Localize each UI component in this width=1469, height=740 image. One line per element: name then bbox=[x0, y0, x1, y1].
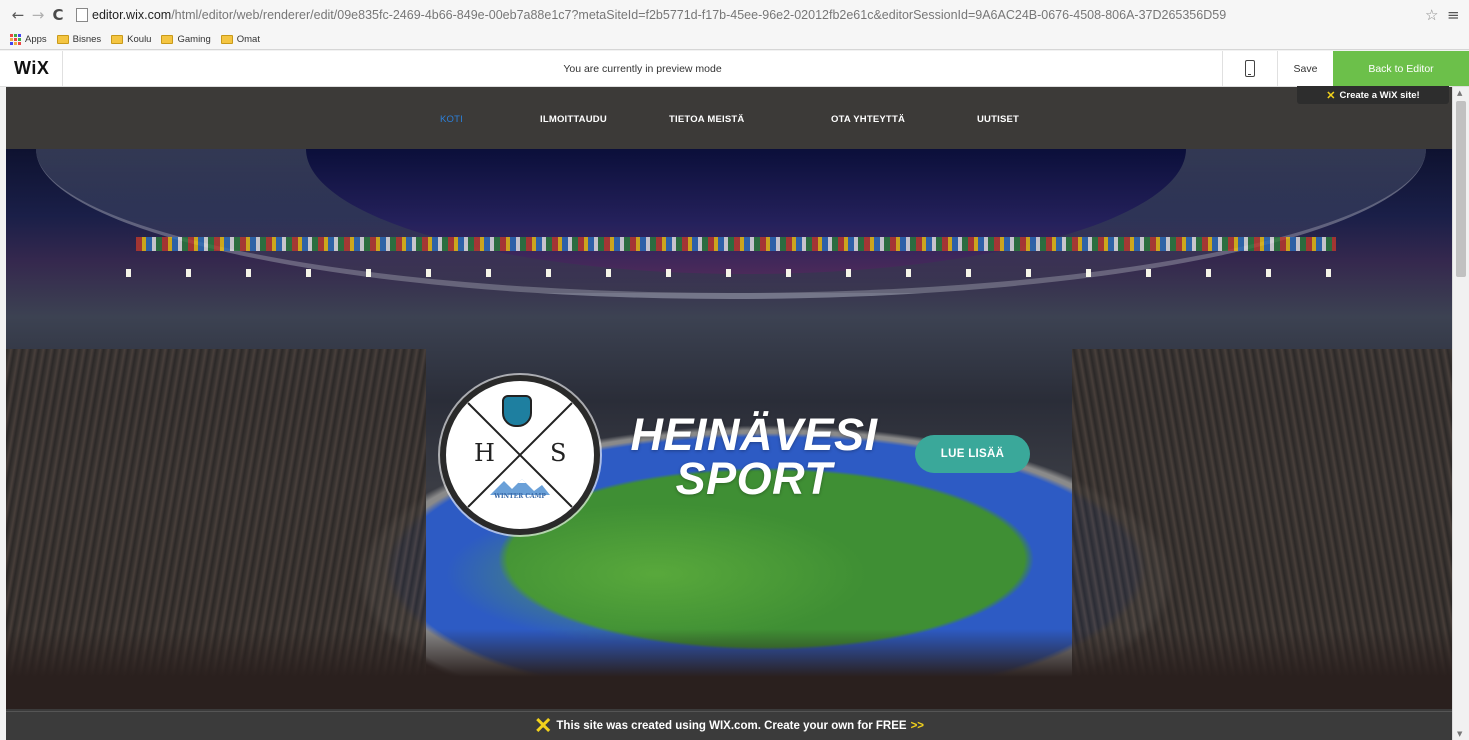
page-icon bbox=[76, 8, 88, 22]
bookmark-label: Omat bbox=[236, 34, 260, 45]
url-path: /html/editor/web/renderer/edit/09e835fc-… bbox=[171, 8, 1227, 22]
bookmark-folder-gaming[interactable]: Gaming bbox=[161, 34, 211, 45]
logo-letter-s: S bbox=[550, 439, 567, 467]
bookmark-folder-bisnes[interactable]: Bisnes bbox=[56, 34, 102, 45]
page-scrollbar[interactable]: ▲ ▼ bbox=[1452, 87, 1469, 740]
nav-item-ota-yhteytta[interactable]: OTA YHTEYTTÄ bbox=[831, 114, 905, 125]
nav-item-ilmoittaudu[interactable]: ILMOITTAUDU bbox=[540, 114, 607, 125]
star-icon[interactable]: ☆ bbox=[1425, 6, 1447, 24]
folder-icon bbox=[111, 35, 124, 44]
footer-banner-arrow: >> bbox=[910, 720, 925, 732]
footer-banner-text: This site was created using WIX.com. Cre… bbox=[556, 720, 907, 732]
folder-icon bbox=[220, 35, 233, 44]
wix-x-icon: ✕ bbox=[533, 713, 553, 738]
nav-item-tietoa-meista[interactable]: TIETOA MEISTÄ bbox=[669, 114, 744, 125]
nav-item-uutiset[interactable]: UUTISET bbox=[977, 114, 1019, 125]
site-preview: KOTI ILMOITTAUDU TIETOA MEISTÄ OTA YHTEY… bbox=[6, 86, 1452, 740]
bookmark-label: Gaming bbox=[177, 34, 211, 45]
crowd-bottom bbox=[6, 629, 1452, 709]
logo-caption: WINTER CAMP bbox=[494, 493, 546, 500]
bookmarks-bar: Apps Bisnes Koulu Gaming Omat bbox=[0, 30, 1469, 50]
bookmark-label: Bisnes bbox=[72, 34, 102, 45]
bookmark-folder-koulu[interactable]: Koulu bbox=[111, 34, 151, 45]
scroll-up-icon[interactable]: ▲ bbox=[1457, 89, 1462, 97]
reload-icon[interactable]: C bbox=[48, 5, 68, 25]
nav-item-koti[interactable]: KOTI bbox=[440, 114, 463, 125]
hero-banner: H S WINTER CAMP HEINÄVESI SPORT LUE LISÄ… bbox=[6, 149, 1452, 709]
back-to-editor-button[interactable]: Back to Editor bbox=[1333, 51, 1469, 86]
bookmark-folder-omat[interactable]: Omat bbox=[220, 34, 260, 45]
folder-icon bbox=[56, 35, 69, 44]
create-wix-site-badge[interactable]: ✕ Create a WiX site! bbox=[1297, 86, 1449, 104]
site-navigation: KOTI ILMOITTAUDU TIETOA MEISTÄ OTA YHTEY… bbox=[6, 86, 1452, 149]
preview-mode-message: You are currently in preview mode bbox=[563, 62, 722, 75]
logo-letter-h: H bbox=[474, 439, 495, 467]
url-host: editor.wix.com bbox=[92, 8, 172, 22]
wix-logo: WiX bbox=[0, 51, 63, 86]
wix-preview-bar: WiX You are currently in preview mode Sa… bbox=[0, 51, 1469, 87]
skier-shield-icon bbox=[502, 395, 532, 427]
menu-icon[interactable]: ≡ bbox=[1447, 6, 1469, 24]
stadium-flags bbox=[136, 237, 1336, 251]
hero-title-line-1: HEINÄVESI bbox=[630, 409, 878, 460]
mobile-phone-icon bbox=[1245, 60, 1255, 77]
hero-title-line-2: SPORT bbox=[675, 453, 833, 504]
address-bar[interactable]: editor.wix.com/html/editor/web/renderer/… bbox=[92, 8, 1425, 22]
folder-icon bbox=[161, 35, 174, 44]
bookmark-label: Koulu bbox=[127, 34, 152, 45]
scroll-down-icon[interactable]: ▼ bbox=[1457, 730, 1462, 738]
wix-x-icon: ✕ bbox=[1326, 89, 1336, 102]
heinavesi-sport-logo: H S WINTER CAMP bbox=[440, 375, 600, 535]
apps-grid-icon bbox=[10, 34, 21, 45]
scrollbar-thumb[interactable] bbox=[1456, 101, 1466, 277]
back-arrow-icon[interactable]: ← bbox=[8, 5, 28, 25]
hero-title: HEINÄVESI SPORT bbox=[624, 409, 884, 504]
wix-footer-banner[interactable]: ✕ This site was created using WIX.com. C… bbox=[6, 711, 1452, 740]
save-button[interactable]: Save bbox=[1277, 51, 1333, 86]
browser-toolbar: ← → C editor.wix.com/html/editor/web/ren… bbox=[0, 0, 1469, 30]
mobile-view-button[interactable] bbox=[1222, 51, 1277, 86]
create-badge-label: Create a WiX site! bbox=[1339, 89, 1420, 101]
stadium-lights bbox=[126, 269, 1346, 277]
read-more-button[interactable]: LUE LISÄÄ bbox=[915, 435, 1030, 473]
bookmark-label: Apps bbox=[25, 34, 47, 45]
forward-arrow-icon[interactable]: → bbox=[28, 5, 48, 25]
bookmark-apps[interactable]: Apps bbox=[10, 34, 47, 45]
